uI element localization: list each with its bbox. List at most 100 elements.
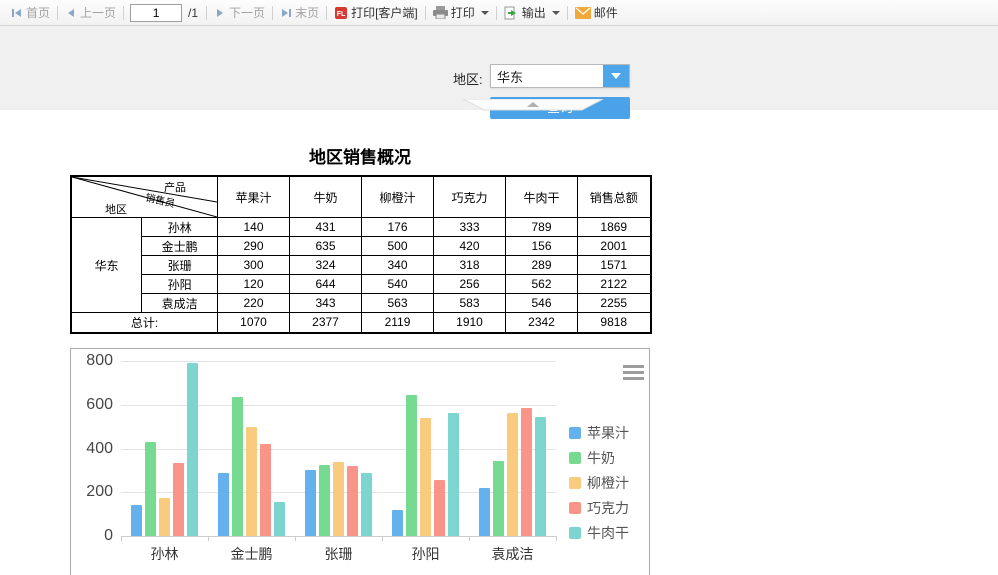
value-cell: 563 [361,293,434,313]
x-axis-tick [208,536,209,541]
legend-item[interactable]: 巧克力 [569,498,629,518]
region-dropdown[interactable]: 华东 [490,64,630,88]
export-icon [504,6,519,20]
table-row: 华东 孙林 140 431 176 333 789 1869 [70,217,651,313]
chart-bar[interactable] [479,487,490,536]
prev-page-button[interactable]: 上一页 [60,4,121,21]
value-cell: 562 [505,274,578,294]
legend-label: 苹果汁 [587,425,629,441]
value-cell: 324 [289,255,362,275]
value-cell: 2255 [577,293,651,313]
toolbar-separator [326,5,328,20]
legend-item[interactable]: 苹果汁 [569,423,629,443]
y-axis-label: 800 [86,352,113,369]
printer-icon [432,6,448,20]
legend-label: 巧克力 [587,500,629,516]
x-axis-tick [295,536,296,541]
chart-bar[interactable] [187,363,198,536]
table-row: 金士鹏 290 635 500 420 156 2001 [71,236,651,256]
chart-bar[interactable] [507,412,518,536]
chart-bar[interactable] [406,395,417,536]
chart-bar[interactable] [392,509,403,536]
region-dropdown-button[interactable] [603,65,629,87]
chart-bar[interactable] [535,416,546,536]
legend-swatch [569,527,581,539]
column-header: 巧克力 [433,175,506,218]
export-dropdown-caret [551,10,560,15]
chart-bar[interactable] [260,444,271,536]
last-page-label: 末页 [295,6,320,20]
chart-bar[interactable] [159,497,170,536]
value-cell: 1571 [577,255,651,275]
last-page-icon [280,7,292,19]
value-cell: 290 [217,236,290,256]
report-title: 地区销售概况 [309,148,411,167]
table-row: 孙阳 120 644 540 256 562 2122 [71,274,651,294]
panel-collapse-handle[interactable] [462,98,604,111]
export-button[interactable]: 输出 [499,4,565,21]
chart-bar[interactable] [434,480,445,536]
y-axis-label: 0 [104,527,113,544]
chart-bar[interactable] [361,472,372,536]
legend-label: 柳橙汁 [587,475,629,491]
chart-bar[interactable] [521,408,532,536]
print-button[interactable]: 打印 [428,4,494,21]
value-cell: 340 [361,255,434,275]
email-button[interactable]: 邮件 [570,4,623,21]
total-value-cell: 1910 [433,312,506,333]
chart-bar[interactable] [246,426,257,536]
value-cell: 546 [505,293,578,313]
x-axis-tick [121,536,122,541]
page-number-input[interactable] [130,3,183,22]
first-page-button[interactable]: 首页 [6,4,55,21]
value-cell: 120 [217,274,290,294]
x-axis-label: 袁成洁 [491,546,534,562]
print-label: 打印 [450,6,475,20]
chart-bar[interactable] [131,505,142,536]
column-header: 销售总额 [577,175,651,218]
chart-bar[interactable] [333,461,344,536]
legend-item[interactable]: 柳橙汁 [569,473,629,493]
legend-label: 牛奶 [587,450,615,466]
chart-bar[interactable] [319,465,330,536]
x-axis-tick [556,536,557,541]
chart-bar[interactable] [173,463,184,536]
salesperson-cell: 金士鹏 [141,236,218,256]
chart-bar[interactable] [448,413,459,536]
legend-swatch [569,427,581,439]
chart-bar[interactable] [232,397,243,536]
table-row: 张珊 300 324 340 318 289 1571 [71,255,651,275]
chart-bar[interactable] [420,417,431,536]
prev-page-icon [65,7,77,19]
table-total-row: 总计: 1070 2377 2119 1910 2342 9818 [70,312,651,333]
corner-label-region: 地区 [105,203,127,216]
chart-bar[interactable] [218,472,229,536]
y-axis-label: 600 [86,395,113,413]
value-cell: 220 [217,293,290,313]
chart-bar[interactable] [493,460,504,536]
last-page-button[interactable]: 末页 [275,4,324,21]
salesperson-cell: 袁成洁 [141,293,218,313]
toolbar-separator [272,5,274,20]
legend-item[interactable]: 牛肉干 [569,523,629,543]
x-axis-label: 孙阳 [411,546,440,562]
value-cell: 420 [433,236,506,256]
hamburger-menu-icon[interactable] [623,365,644,383]
email-label: 邮件 [593,6,618,20]
parameter-panel: 地区: 华东 查询 [0,26,998,119]
next-page-button[interactable]: 下一页 [209,4,270,21]
y-axis-label: 400 [86,439,113,457]
export-label: 输出 [521,6,546,20]
print-client-button[interactable]: FL 打印[客户端] [329,4,423,21]
chart-bar[interactable] [305,470,316,536]
chart-gridline [121,361,556,362]
value-cell: 176 [361,217,434,237]
chart-bar[interactable] [347,466,358,536]
total-value-cell: 2377 [289,312,362,333]
chart-bar[interactable] [274,501,285,536]
chart-bar[interactable] [145,441,156,536]
total-value-cell: 9818 [577,312,651,333]
legend-item[interactable]: 牛奶 [569,448,615,468]
toolbar: 首页 上一页 /1 下一页 末页 FL 打印[客户端] 打印 [0,0,998,26]
region-dropdown-value: 华东 [497,69,524,85]
